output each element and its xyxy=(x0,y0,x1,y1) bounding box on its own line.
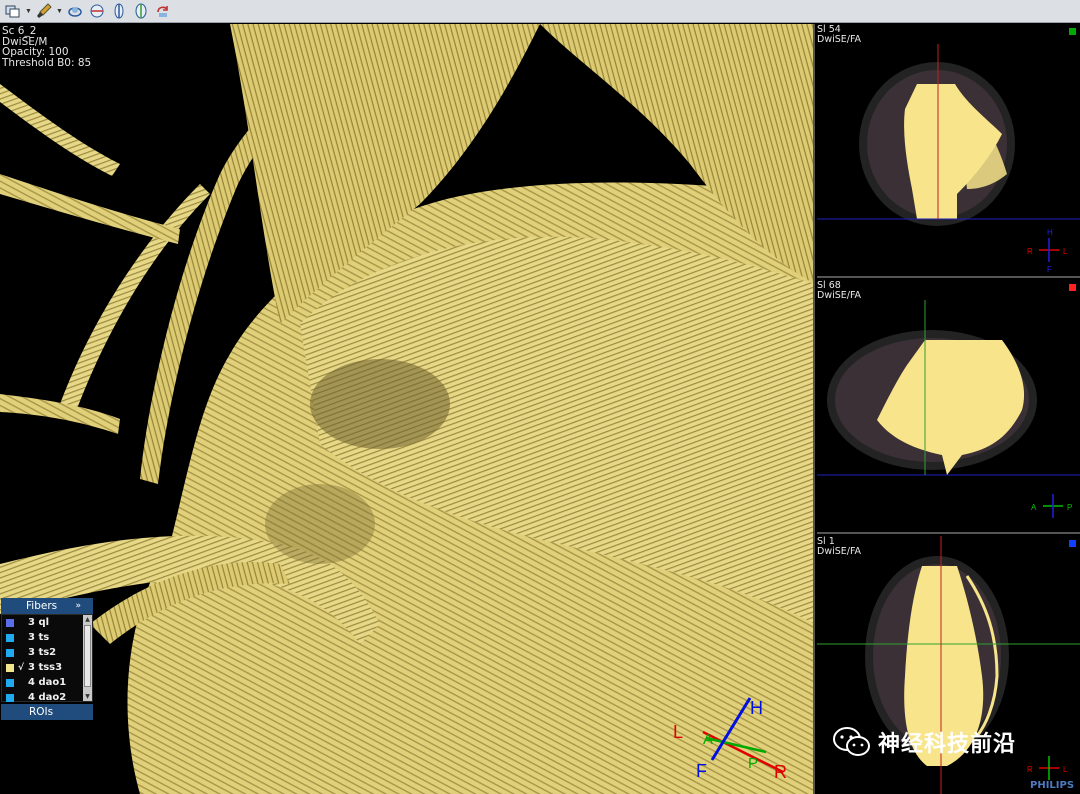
fiber-name: 4 dao2 xyxy=(28,692,67,703)
wechat-icon xyxy=(833,727,870,756)
fiber-color-swatch[interactable] xyxy=(6,678,14,687)
slice-view-3-label: Sl 1 DwiSE/FA xyxy=(817,537,861,557)
slice-view-1-label: Sl 54 DwiSE/FA xyxy=(817,25,861,45)
fiber-name: 4 dao1 xyxy=(28,677,67,688)
fiber-list-item[interactable]: 3 ts xyxy=(2,630,92,645)
opacity-readout: Opacity: 100 xyxy=(2,46,69,58)
slice-view-2-label: Sl 68 DwiSE/FA xyxy=(817,281,861,301)
scroll-up-icon[interactable]: ▲ xyxy=(83,615,92,624)
svg-text:F: F xyxy=(1047,265,1052,274)
vendor-logo: PHILIPS xyxy=(1030,780,1075,791)
view-indicator-3[interactable] xyxy=(1069,540,1076,547)
slice-sequence-2: DwiSE/FA xyxy=(817,290,862,301)
fibers-panel: Fibers » 3 ql 3 ts 3 ts2 √ 3 tss3 4 dao1 4 dao… xyxy=(1,598,93,720)
fiber-list-item[interactable]: 3 ts2 xyxy=(2,645,92,660)
slice-sequence-3: DwiSE/FA xyxy=(817,546,862,557)
display-layout-icon[interactable] xyxy=(3,2,23,20)
slice-sequence-1: DwiSE/FA xyxy=(817,34,862,45)
rois-panel-header[interactable]: ROIs xyxy=(1,704,93,720)
fiber-color-swatch[interactable] xyxy=(6,618,14,627)
svg-text:L: L xyxy=(1063,765,1068,774)
fiber-list-scrollbar[interactable]: ▲ ▼ xyxy=(83,615,92,701)
scan-info: Sc 6_2 DwiSE/M Opacity: 100 Threshold B0… xyxy=(2,26,91,68)
rois-panel-title: ROIs xyxy=(29,706,54,718)
scroll-thumb[interactable] xyxy=(84,625,91,687)
fiber-list-item[interactable]: 3 ql xyxy=(2,615,92,630)
brush-tool-icon[interactable] xyxy=(34,2,54,20)
fibers-panel-header[interactable]: Fibers » xyxy=(1,598,93,614)
fiber-list-item[interactable]: √ 3 tss3 xyxy=(2,660,92,675)
wechat-watermark: 神经科技前沿 xyxy=(832,726,1016,758)
scroll-down-icon[interactable]: ▼ xyxy=(83,692,92,701)
slice-image-1: R L H F xyxy=(817,44,1080,274)
svg-text:L: L xyxy=(1063,247,1068,256)
svg-text:R: R xyxy=(1027,765,1033,774)
slice-view-1[interactable]: R L H F Sl 54 DwiSE/FA xyxy=(817,24,1080,278)
svg-text:R: R xyxy=(1027,247,1033,256)
brush-tool-dropdown-icon[interactable]: ▼ xyxy=(56,2,63,20)
fiber-color-swatch[interactable] xyxy=(6,633,14,642)
fiber-color-swatch[interactable] xyxy=(6,693,14,702)
axial-plane-icon[interactable] xyxy=(87,2,107,20)
fibers-panel-title: Fibers xyxy=(26,600,58,612)
fiber-color-swatch[interactable] xyxy=(6,663,14,672)
axis-label-l: L xyxy=(673,722,683,742)
svg-text:A: A xyxy=(1031,503,1037,512)
fiber-color-swatch[interactable] xyxy=(6,648,14,657)
view-indicator-1[interactable] xyxy=(1069,28,1076,35)
fiber-list: 3 ql 3 ts 3 ts2 √ 3 tss3 4 dao1 4 dao2 ▲ ▼ xyxy=(1,614,93,705)
reset-view-icon[interactable] xyxy=(153,2,173,20)
axis-label-h: H xyxy=(750,698,763,718)
view-indicator-2[interactable] xyxy=(1069,284,1076,291)
fiber-name: 3 tss3 xyxy=(28,662,63,673)
rotate-view-icon[interactable] xyxy=(65,2,85,20)
coronal-plane-icon[interactable] xyxy=(131,2,151,20)
axis-label-a: A xyxy=(703,731,713,748)
display-layout-dropdown-icon[interactable]: ▼ xyxy=(25,2,32,20)
sagittal-plane-icon[interactable] xyxy=(109,2,129,20)
expand-icon[interactable]: » xyxy=(75,601,81,611)
axis-label-p: P xyxy=(748,755,758,772)
watermark-text: 神经科技前沿 xyxy=(878,732,1017,757)
fiber-name: 3 ts2 xyxy=(28,647,57,658)
axis-label-r: R xyxy=(774,762,787,780)
fiber-visibility-check[interactable]: √ xyxy=(18,663,26,673)
fiber-list-item[interactable]: 4 dao2 xyxy=(2,690,92,705)
slice-view-2[interactable]: A P Sl 68 DwiSE/FA xyxy=(817,280,1080,534)
svg-text:P: P xyxy=(1067,503,1072,512)
threshold-readout: Threshold B0: 85 xyxy=(2,56,92,69)
scan-series: Sc 6_2 xyxy=(2,25,37,37)
svg-text:H: H xyxy=(1047,228,1053,237)
slice-image-2: A P xyxy=(817,300,1080,518)
axis-label-f: F xyxy=(696,761,707,780)
main-3d-view[interactable]: Sc 6_2 DwiSE/M Opacity: 100 Threshold B0… xyxy=(0,24,815,794)
fiber-name: 3 ql xyxy=(28,617,50,628)
orientation-axes: L A P R H F xyxy=(673,697,787,780)
fiber-list-item[interactable]: 4 dao1 xyxy=(2,675,92,690)
fiber-name: 3 ts xyxy=(28,632,50,643)
toolbar: ▼ ▼ xyxy=(0,0,1080,23)
